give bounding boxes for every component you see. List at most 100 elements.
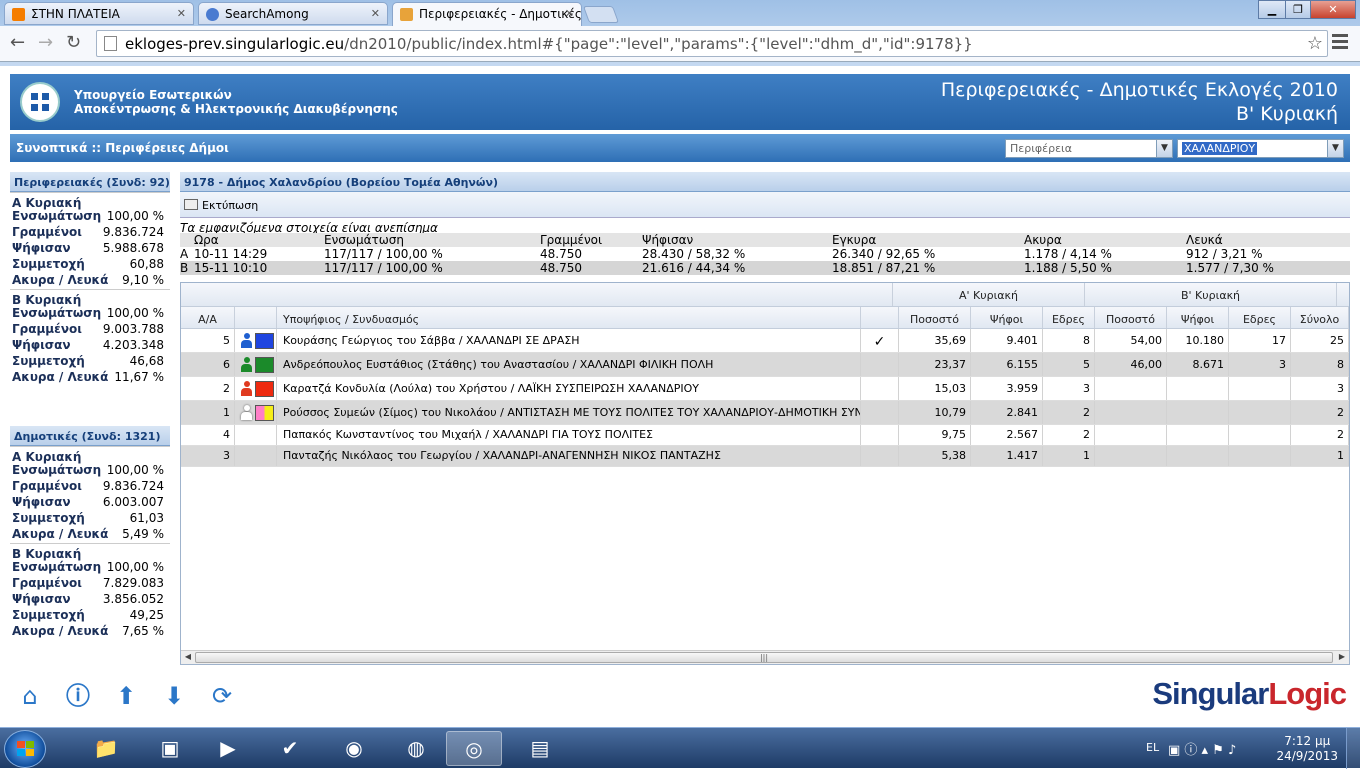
pct-round-b — [1095, 377, 1167, 400]
tab-2[interactable]: SearchAmong ✕ — [198, 2, 388, 25]
maximize-button[interactable]: ❐ — [1285, 0, 1311, 19]
stat-row: Συμμετοχή 49,25 — [10, 608, 170, 624]
scroll-right-icon[interactable]: ▶ — [1336, 652, 1348, 663]
tab-1[interactable]: ΣΤΗΝ ΠΛΑΤΕΙΑ ✕ — [4, 2, 194, 25]
arrow-up-icon[interactable]: ⬆ — [110, 680, 142, 712]
address-bar[interactable]: ekloges-prev.singularlogic.eu/dn2010/pub… — [96, 30, 1328, 57]
col-pct-b[interactable]: Ποσοστό — [1095, 307, 1167, 328]
print-button[interactable]: Εκτύπωση — [184, 199, 258, 212]
col-aa[interactable]: Α/Α — [181, 307, 235, 328]
municipality-select[interactable]: ΧΑΛΑΝΔΡΙΟΥ ▼ — [1177, 139, 1344, 158]
table-row[interactable]: 2 Καρατζά Κονδυλία (Λούλα) του Χρήστου / … — [181, 377, 1349, 401]
col-icons — [235, 307, 277, 328]
summary-header: Ψήφισαν — [642, 233, 694, 247]
votes-round-b: 8.671 — [1167, 353, 1229, 376]
horizontal-scrollbar[interactable]: ◀ ||| ▶ — [181, 650, 1349, 664]
col-votes-a[interactable]: Ψήφοι — [971, 307, 1043, 328]
table-row[interactable]: 1 Ρούσσος Συμεών (Σίμος) του Νικολάου / Α… — [181, 401, 1349, 425]
url-path: /dn2010/public/index.html#{"page":"level… — [344, 35, 973, 53]
info-icon[interactable]: ⓘ — [62, 680, 94, 712]
stat-label: Ψήφισαν — [12, 241, 71, 255]
stat-label: Ακυρα / Λευκά — [12, 527, 109, 541]
ministry-line-1: Υπουργείο Εσωτερικών — [74, 88, 232, 102]
votes-round-a: 1.417 — [971, 446, 1043, 466]
stat-value: 7,65 % — [122, 624, 164, 638]
municipal-header[interactable]: Δημοτικές (Συνδ: 1321) — [10, 426, 170, 446]
summary-round: Α — [180, 247, 189, 261]
check-icon: ✓ — [861, 329, 899, 352]
seats-round-a: 5 — [1043, 353, 1095, 376]
pct-round-b — [1095, 401, 1167, 424]
player-taskbar-icon[interactable]: ▶ — [200, 731, 256, 766]
explorer-taskbar-icon[interactable]: 📁 — [78, 731, 134, 766]
summary-header: Γραμμένοι — [540, 233, 603, 247]
col-candidate[interactable]: Υποψήφιος / Συνδυασμός — [277, 307, 861, 328]
refresh-icon[interactable]: ⟳ — [206, 680, 238, 712]
chevron-down-icon[interactable]: ▼ — [1156, 140, 1172, 157]
party-color-swatch — [255, 405, 274, 421]
person-icon — [241, 357, 252, 372]
total-seats: 25 — [1291, 329, 1349, 352]
breadcrumb[interactable]: Συνοπτικά :: Περιφέρειες Δήμοι — [16, 141, 229, 155]
table-row[interactable]: 5 Κουράσης Γεώργιος του Σάββα / ΧΑΛΑΝΔΡΙ … — [181, 329, 1349, 353]
language-indicator[interactable]: EL — [1146, 741, 1162, 754]
close-tab-icon[interactable]: ✕ — [177, 7, 186, 20]
arrow-down-icon[interactable]: ⬇ — [158, 680, 190, 712]
scroll-left-icon[interactable]: ◀ — [182, 652, 194, 663]
seats-round-a: 8 — [1043, 329, 1095, 352]
col-pct-a[interactable]: Ποσοστό — [899, 307, 971, 328]
close-tab-icon[interactable]: ✕ — [371, 7, 380, 20]
check-taskbar-icon[interactable]: ✔ — [262, 731, 318, 766]
new-tab-button[interactable] — [582, 6, 620, 23]
row-number: 1 — [181, 401, 235, 424]
seats-round-b: 3 — [1229, 353, 1291, 376]
url-host: ekloges-prev.singularlogic.eu — [125, 35, 345, 53]
seats-round-b: 17 — [1229, 329, 1291, 352]
stat-value: 9.836.724 — [102, 479, 164, 493]
menu-icon[interactable] — [1332, 34, 1348, 52]
summary-header: Ωρα — [194, 233, 219, 247]
close-tab-icon[interactable]: ✕ — [565, 7, 574, 20]
col-votes-b[interactable]: Ψήφοι — [1167, 307, 1229, 328]
table-row[interactable]: 3 Πανταζής Νικόλαος του Γεωργίου / ΧΑΛΑΝΔ… — [181, 446, 1349, 467]
person-icon — [241, 405, 252, 420]
table-row[interactable]: 6 Ανδρεόπουλος Ευστάθιος (Στάθης) του Ανα… — [181, 353, 1349, 377]
col-seats-b[interactable]: Εδρες — [1229, 307, 1291, 328]
regional-header[interactable]: Περιφερειακές (Συνδ: 92) — [10, 172, 170, 192]
minimize-button[interactable]: ▁ — [1258, 0, 1286, 19]
back-icon[interactable]: ← — [10, 32, 25, 53]
close-window-button[interactable]: ✕ — [1310, 0, 1356, 19]
party-color-swatch — [255, 333, 274, 349]
window-taskbar-icon[interactable]: ▤ — [512, 731, 568, 766]
clock[interactable]: 7:12 μμ 24/9/2013 — [1276, 734, 1338, 764]
stat-value: 5,49 % — [122, 527, 164, 541]
tray-icons[interactable]: ▣ ⓘ ▴ ⚑ ♪ — [1168, 739, 1236, 758]
summary-voted: 28.430 / 58,32 % — [642, 247, 746, 261]
chrome-taskbar-icon[interactable]: ◎ — [446, 731, 502, 766]
pct-round-b — [1095, 446, 1167, 466]
start-button[interactable] — [4, 730, 46, 768]
seats-round-a: 1 — [1043, 446, 1095, 466]
chevron-down-icon[interactable]: ▼ — [1327, 140, 1343, 157]
show-desktop-button[interactable] — [1346, 728, 1360, 769]
firefox-taskbar-icon[interactable]: ◍ — [388, 731, 444, 766]
table-row[interactable]: 4 Παπακός Κωνσταντίνος του Μιχαήλ / ΧΑΛΑΝ… — [181, 425, 1349, 446]
row-number: 5 — [181, 329, 235, 352]
forward-icon[interactable]: → — [38, 32, 53, 53]
home-icon[interactable]: ⌂ — [14, 680, 46, 712]
tab-3-active[interactable]: Περιφερειακές - Δημοτικές ✕ — [392, 2, 582, 26]
bookmark-star-icon[interactable]: ☆ — [1307, 33, 1323, 54]
seats-round-b — [1229, 377, 1291, 400]
media-taskbar-icon[interactable]: ▣ — [142, 731, 198, 766]
greek-emblem-icon — [20, 82, 60, 122]
scrollbar-thumb[interactable]: ||| — [195, 652, 1333, 663]
votes-round-a: 3.959 — [971, 377, 1043, 400]
folder-icon — [400, 8, 413, 21]
reload-icon[interactable]: ↻ — [66, 32, 81, 53]
col-seats-a[interactable]: Εδρες — [1043, 307, 1095, 328]
stat-value: 4.203.348 — [102, 338, 164, 352]
region-select[interactable]: Περιφέρεια ▼ — [1005, 139, 1173, 158]
person-icon — [241, 333, 252, 348]
col-total[interactable]: Σύνολο — [1291, 307, 1349, 328]
hp-taskbar-icon[interactable]: ◉ — [326, 731, 382, 766]
